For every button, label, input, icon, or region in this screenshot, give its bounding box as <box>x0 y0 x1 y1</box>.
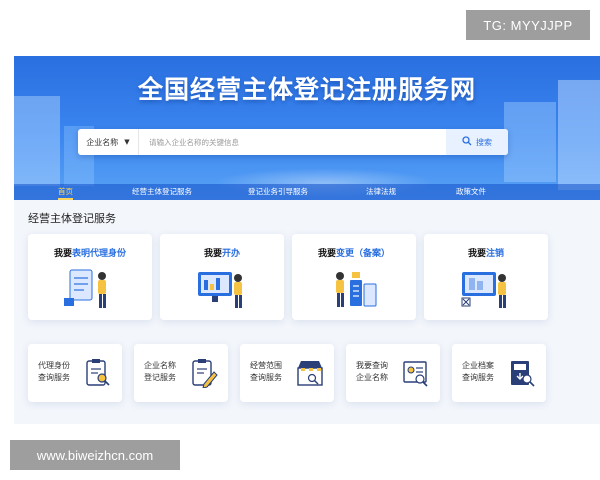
search-button[interactable]: 搜索 <box>446 129 508 155</box>
card-agent-identity[interactable]: 我要表明代理身份 <box>28 234 152 320</box>
hero-banner: 全国经营主体登记注册服务网 企业名称 ▼ 搜索 首页 经营主体登记服务 登记业务… <box>14 56 600 200</box>
nav-item-registration-service[interactable]: 经营主体登记服务 <box>132 184 192 200</box>
clipboard-pen-icon <box>192 359 218 388</box>
card-label: 企业名称 登记服务 <box>144 361 176 382</box>
card-company-name-query[interactable]: 我要查询 企业名称 <box>346 344 440 402</box>
building-decoration <box>504 102 556 182</box>
clipboard-search-icon <box>86 359 110 386</box>
search-button-label: 搜索 <box>476 137 492 147</box>
card-label: 我要表明代理身份 <box>53 249 127 259</box>
card-business-scope-query[interactable]: 经营范围 查询服务 <box>240 344 334 402</box>
search-category-label: 企业名称 <box>86 137 119 147</box>
caret-down-icon: ▼ <box>124 138 130 146</box>
nav-item-laws[interactable]: 法律法规 <box>366 184 396 200</box>
main-nav: 首页 经营主体登记服务 登记业务引导服务 法律法规 政策文件 <box>14 184 600 200</box>
search-icon <box>462 135 472 149</box>
search-category-select[interactable]: 企业名称 ▼ <box>78 129 139 155</box>
card-change-filing[interactable]: 我要变更（备案） <box>292 234 416 320</box>
storefront-icon <box>297 361 323 386</box>
card-label: 我要查询 企业名称 <box>356 361 388 382</box>
card-open-business[interactable]: 我要开办 <box>160 234 284 320</box>
change-filing-illustration <box>336 272 377 307</box>
card-label: 代理身份 查询服务 <box>38 361 70 382</box>
search-input[interactable] <box>147 129 446 155</box>
card-label: 企业档案 查询服务 <box>462 361 494 382</box>
watermark-url: www.biweizhcn.com <box>10 440 180 470</box>
nav-item-home[interactable]: 首页 <box>58 184 73 200</box>
watermark-tg: TG: MYYJJPP <box>466 10 590 40</box>
card-company-name-registration[interactable]: 企业名称 登记服务 <box>134 344 228 402</box>
search-bar: 企业名称 ▼ 搜索 <box>78 129 508 155</box>
card-deregister[interactable]: 我要注销 <box>424 234 548 320</box>
site-title: 全国经营主体登记注册服务网 <box>137 75 476 104</box>
card-agent-identity-query[interactable]: 代理身份 查询服务 <box>28 344 122 402</box>
open-business-illustration <box>198 272 242 308</box>
agent-identity-illustration <box>64 269 106 308</box>
nav-item-policies[interactable]: 政策文件 <box>456 184 486 200</box>
card-company-archive-query[interactable]: 企业档案 查询服务 <box>452 344 546 402</box>
card-label: 我要注销 <box>467 249 505 259</box>
card-label: 我要开办 <box>203 249 241 259</box>
building-decoration <box>14 96 60 186</box>
archive-search-icon <box>511 361 535 387</box>
section-title: 经营主体登记服务 <box>28 212 116 225</box>
deregister-illustration <box>461 272 506 308</box>
nav-item-guidance-service[interactable]: 登记业务引导服务 <box>248 184 308 200</box>
card-label: 我要变更（备案） <box>317 249 391 259</box>
certificate-search-icon <box>403 361 428 387</box>
card-label: 经营范围 查询服务 <box>250 361 282 382</box>
